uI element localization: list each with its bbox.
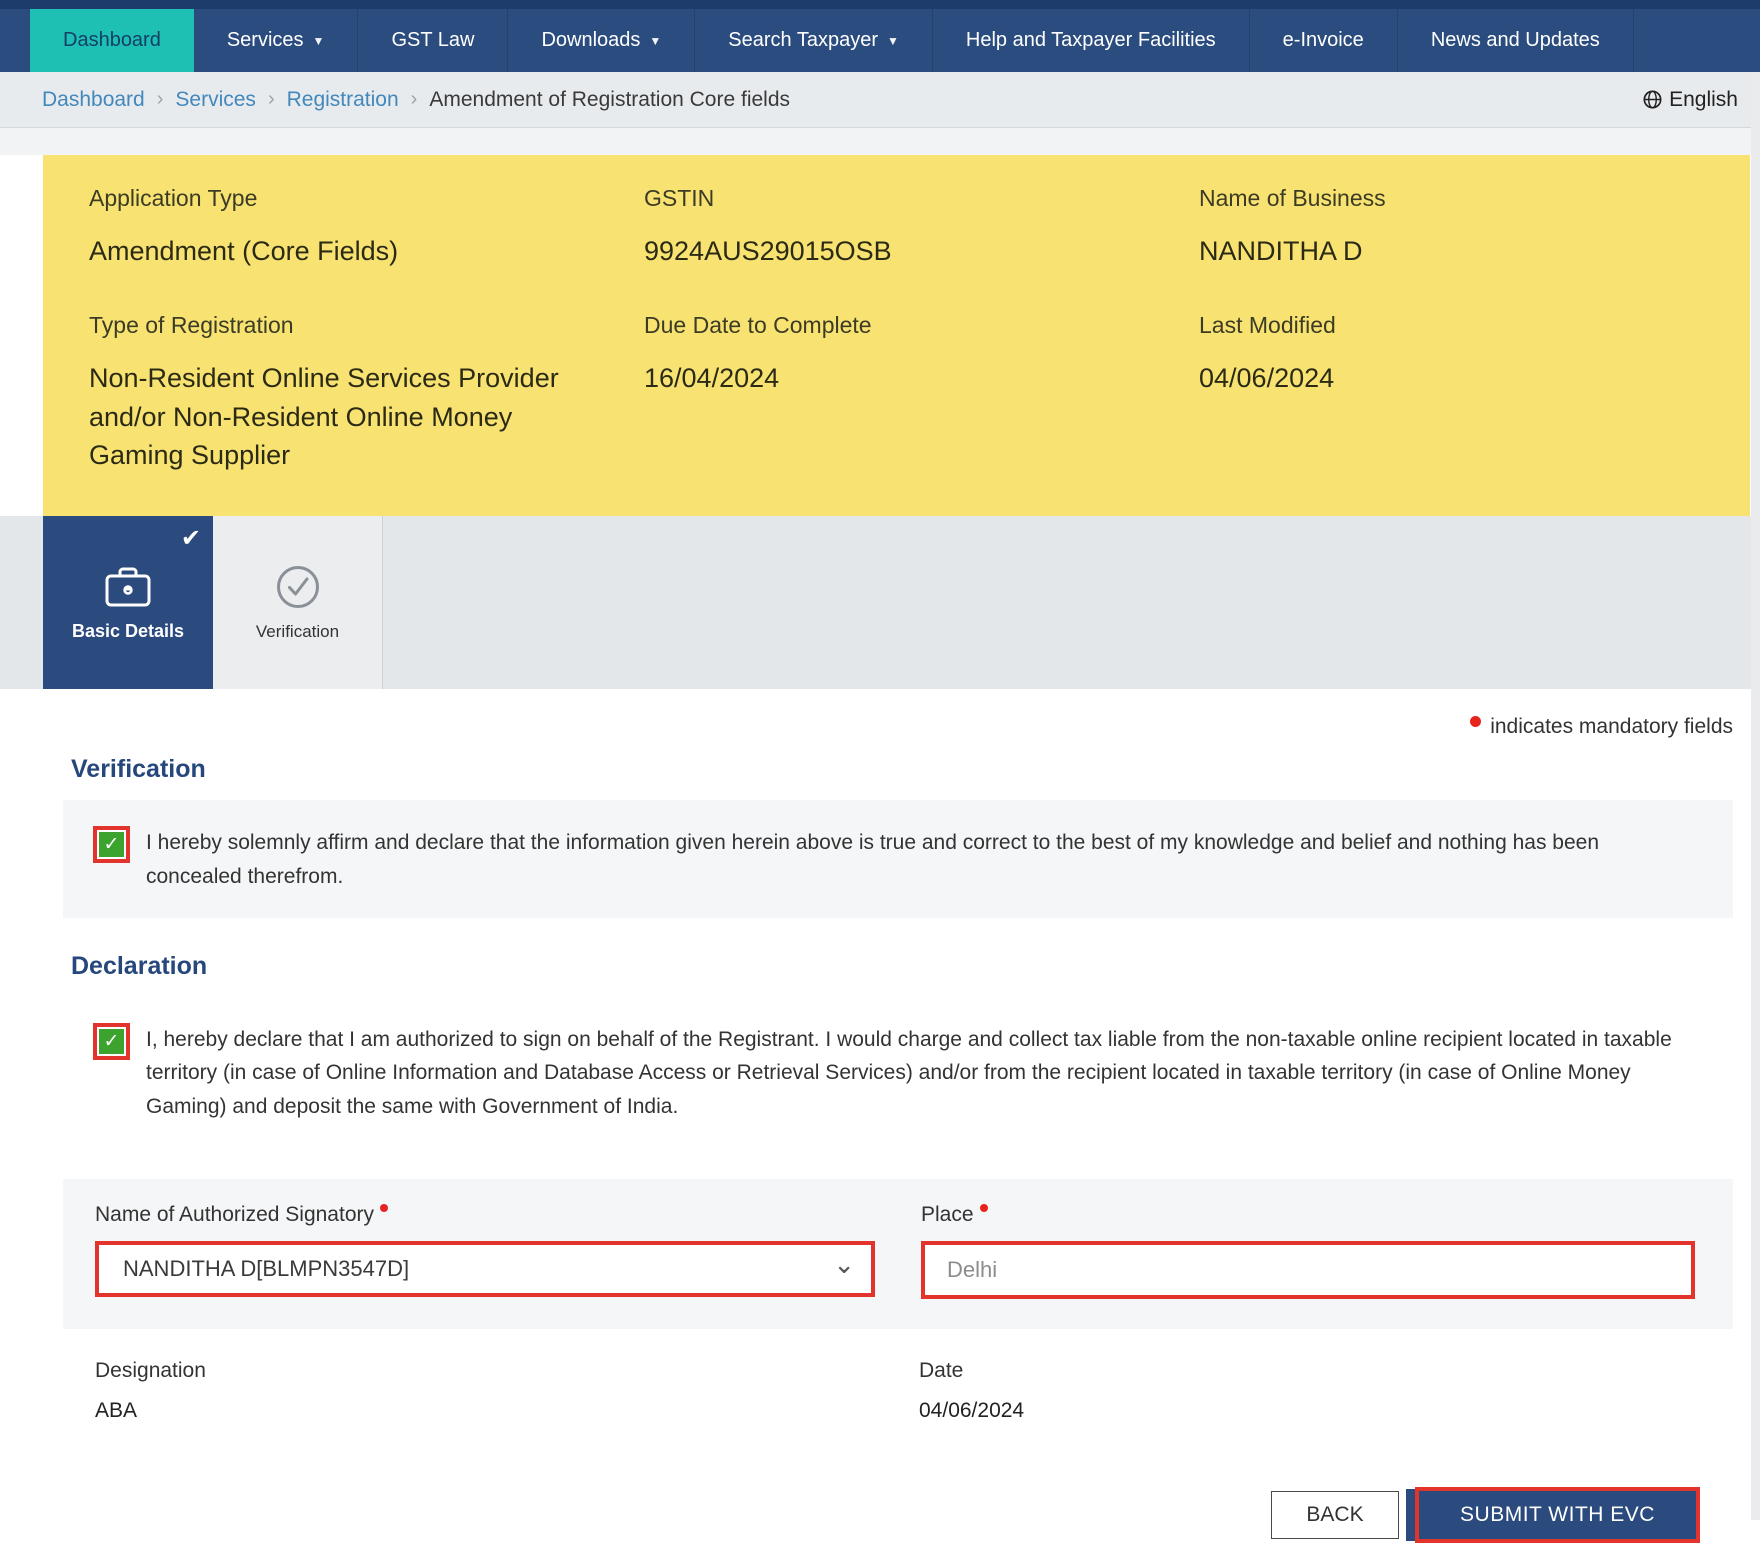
nav-e-invoice-label: e-Invoice: [1283, 29, 1364, 52]
nav-services[interactable]: Services ▼: [194, 9, 359, 72]
designation-date-row: Designation ABA Date 04/06/2024: [63, 1359, 1733, 1423]
declaration-checkbox[interactable]: ✓: [93, 1023, 130, 1060]
caret-down-icon: ▼: [313, 34, 325, 48]
nav-gst-law-label: GST Law: [391, 29, 474, 52]
submit-with-evc-button[interactable]: SUBMIT WITH EVC: [1415, 1487, 1700, 1543]
date-value: 04/06/2024: [919, 1399, 1024, 1423]
nav-e-invoice[interactable]: e-Invoice: [1250, 9, 1398, 72]
nav-help-facilities-label: Help and Taxpayer Facilities: [966, 29, 1216, 52]
place-label-text: Place: [921, 1203, 974, 1226]
check-icon: ✓: [99, 832, 124, 857]
place-field-label: Place: [921, 1203, 1695, 1227]
tab-basic-details[interactable]: ✔ Basic Details: [43, 516, 213, 689]
signatory-field-group: Name of Authorized Signatory NANDITHA D[…: [95, 1203, 875, 1299]
breadcrumb-current-page: Amendment of Registration Core fields: [429, 88, 790, 112]
summary-label: Type of Registration: [89, 312, 644, 339]
declaration-panel: ✓ I, hereby declare that I am authorized…: [63, 997, 1733, 1148]
tab-verification[interactable]: Verification: [213, 516, 383, 689]
nav-dashboard[interactable]: Dashboard: [30, 9, 194, 72]
summary-value: 9924AUS29015OSB: [644, 232, 1114, 270]
breadcrumb-registration[interactable]: Registration: [287, 88, 399, 112]
back-button[interactable]: BACK: [1271, 1491, 1399, 1539]
nav-news-updates[interactable]: News and Updates: [1398, 9, 1634, 72]
tab-verification-label: Verification: [256, 622, 339, 642]
declaration-statement: I, hereby declare that I am authorized t…: [146, 1023, 1703, 1124]
spacer-strip: [0, 128, 1760, 155]
language-label: English: [1669, 88, 1738, 112]
nav-services-label: Services: [227, 29, 304, 52]
nav-help-facilities[interactable]: Help and Taxpayer Facilities: [933, 9, 1250, 72]
required-dot-icon: [380, 1204, 388, 1212]
nav-dashboard-label: Dashboard: [63, 29, 161, 52]
summary-due-date: Due Date to Complete 16/04/2024: [644, 312, 1199, 474]
date-label: Date: [919, 1359, 1024, 1383]
summary-value: Amendment (Core Fields): [89, 232, 559, 270]
verification-checkbox[interactable]: ✓: [93, 826, 130, 863]
declaration-heading: Declaration: [71, 952, 1733, 981]
nav-downloads[interactable]: Downloads ▼: [508, 9, 695, 72]
summary-value: 04/06/2024: [1199, 359, 1669, 397]
summary-value: 16/04/2024: [644, 359, 1114, 397]
designation-label: Designation: [95, 1359, 919, 1383]
summary-type-of-registration: Type of Registration Non-Resident Online…: [89, 312, 644, 474]
check-icon: ✓: [99, 1029, 124, 1054]
breadcrumb-separator: ›: [157, 88, 164, 111]
breadcrumb-separator: ›: [268, 88, 275, 111]
mandatory-dot-icon: [1470, 716, 1481, 727]
main-content: indicates mandatory fields Verification …: [63, 715, 1733, 1543]
summary-value: NANDITHA D: [1199, 232, 1669, 270]
breadcrumb-services[interactable]: Services: [175, 88, 256, 112]
nav-gst-law[interactable]: GST Law: [358, 9, 508, 72]
signatory-select[interactable]: NANDITHA D[BLMPN3547D] ⌄: [95, 1241, 875, 1297]
top-strip: [0, 0, 1760, 9]
mandatory-note-text: indicates mandatory fields: [1490, 715, 1733, 738]
nav-search-taxpayer-label: Search Taxpayer: [728, 29, 878, 52]
required-dot-icon: [980, 1204, 988, 1212]
mandatory-fields-note: indicates mandatory fields: [63, 715, 1733, 739]
summary-application-type: Application Type Amendment (Core Fields): [89, 185, 644, 270]
summary-label: GSTIN: [644, 185, 1199, 212]
summary-label: Last Modified: [1199, 312, 1706, 339]
summary-gstin: GSTIN 9924AUS29015OSB: [644, 185, 1199, 270]
breadcrumb-bar: Dashboard › Services › Registration › Am…: [0, 72, 1760, 128]
verification-statement: I hereby solemnly affirm and declare tha…: [146, 826, 1703, 893]
caret-down-icon: ▼: [649, 34, 661, 48]
signatory-selected-value: NANDITHA D[BLMPN3547D]: [123, 1256, 409, 1282]
language-selector[interactable]: English: [1643, 88, 1738, 112]
tab-basic-details-label: Basic Details: [72, 621, 184, 642]
place-input[interactable]: [921, 1241, 1695, 1299]
breadcrumb: Dashboard › Services › Registration › Am…: [42, 88, 790, 112]
globe-icon: [1643, 90, 1662, 109]
summary-label: Application Type: [89, 185, 644, 212]
summary-value: Non-Resident Online Services Provider an…: [89, 359, 559, 474]
application-summary-panel: Application Type Amendment (Core Fields)…: [43, 155, 1750, 516]
caret-down-icon: ▼: [887, 34, 899, 48]
summary-label: Due Date to Complete: [644, 312, 1199, 339]
nav-news-updates-label: News and Updates: [1431, 29, 1600, 52]
nav-downloads-label: Downloads: [541, 29, 640, 52]
scrollbar[interactable]: [1751, 72, 1760, 1520]
signatory-field-label: Name of Authorized Signatory: [95, 1203, 875, 1227]
place-field-group: Place: [921, 1203, 1695, 1299]
submit-button-edge: [1406, 1489, 1415, 1541]
summary-name-of-business: Name of Business NANDITHA D: [1199, 185, 1706, 270]
breadcrumb-separator: ›: [411, 88, 418, 111]
summary-label: Name of Business: [1199, 185, 1706, 212]
main-nav: Dashboard Services ▼ GST Law Downloads ▼ S…: [0, 9, 1760, 72]
verification-heading: Verification: [71, 755, 1733, 784]
signatory-form-panel: Name of Authorized Signatory NANDITHA D[…: [63, 1179, 1733, 1329]
action-buttons: BACK SUBMIT WITH EVC: [63, 1487, 1733, 1543]
tab-completed-check-icon: ✔: [181, 524, 201, 553]
summary-last-modified: Last Modified 04/06/2024: [1199, 312, 1706, 474]
nav-search-taxpayer[interactable]: Search Taxpayer ▼: [695, 9, 933, 72]
verification-panel: ✓ I hereby solemnly affirm and declare t…: [63, 800, 1733, 917]
date-group: Date 04/06/2024: [919, 1359, 1024, 1423]
circle-check-icon: [275, 564, 321, 610]
briefcase-icon: [103, 563, 153, 609]
breadcrumb-dashboard[interactable]: Dashboard: [42, 88, 145, 112]
step-tabs: ✔ Basic Details Verification: [0, 516, 1760, 689]
designation-value: ABA: [95, 1399, 919, 1423]
designation-group: Designation ABA: [95, 1359, 919, 1423]
signatory-label-text: Name of Authorized Signatory: [95, 1203, 374, 1226]
